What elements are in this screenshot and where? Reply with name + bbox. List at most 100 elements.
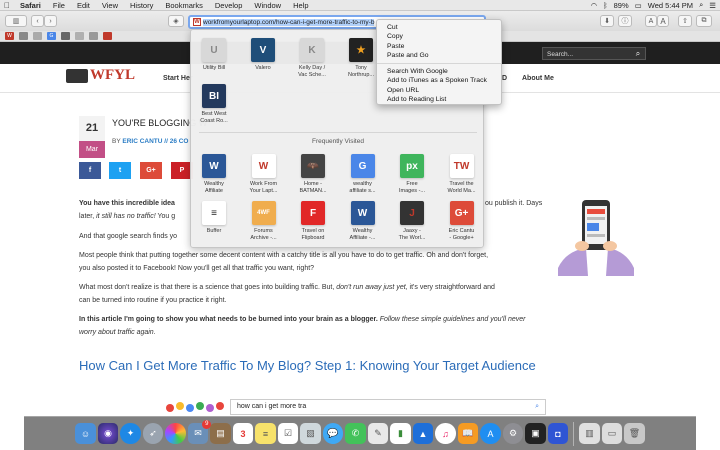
bookmark-icon[interactable] [103,32,112,40]
notebook-icon[interactable]: ▤ [210,423,231,444]
textedit-icon[interactable]: ✎ [367,423,389,444]
books-icon[interactable]: 📖 [457,423,479,444]
top-tile[interactable]: K Kelly Day / Vac Sche... [292,38,332,79]
facetime-icon[interactable]: ✆ [345,423,366,444]
siri-icon[interactable]: ◉ [97,423,119,444]
tabs-overview-button[interactable]: ⧉ [696,15,712,27]
back-button[interactable]: ‹ [31,15,44,27]
share-facebook-button[interactable]: f [79,162,101,179]
app-store-icon[interactable]: A [480,423,501,444]
author-link[interactable]: ERIC CANTU [122,138,162,145]
tile-label-line1: Work From [249,181,278,187]
frequent-tile[interactable]: 4WF Forums Archive -... [244,201,284,242]
font-smaller-button[interactable]: A [645,15,657,27]
messages-icon[interactable]: 💬 [322,423,344,444]
frequent-tile[interactable]: 🦇 Home - BATMAN... [293,154,333,195]
site-search-icon[interactable]: ⌕ [630,47,646,60]
reminders-icon[interactable]: ☑ [277,423,299,444]
extensions-button[interactable]: ◈ [168,15,184,27]
numbers-icon[interactable]: ▮ [390,423,411,444]
music-icon[interactable]: ♫ [435,423,456,444]
frequent-tile[interactable]: ≡ Buffer [194,201,234,235]
menu-help[interactable]: Help [287,1,314,10]
forward-button[interactable]: › [44,15,57,27]
ctx-cut[interactable]: Cut [377,23,501,32]
ctx-search-with-google[interactable]: Search With Google [377,67,501,76]
spotlight-icon[interactable]: ⌕ [699,0,703,10]
sidebar-button[interactable]: ▥ [5,15,27,27]
frequent-tile[interactable]: Gwealthy affiliate s... [343,154,383,195]
menu-app-safari[interactable]: Safari [14,1,47,10]
battery-icon[interactable]: ▭ [635,1,642,10]
calendar-icon[interactable]: 3 [232,423,254,444]
bookmark-wfyl-icon[interactable]: W [5,32,14,40]
ctx-open-url[interactable]: Open URL [377,86,501,95]
keynote-icon[interactable]: ▲ [412,423,434,444]
url-text[interactable]: workfromyourlaptop.com/how-can-i-get-mor… [203,18,375,26]
frequent-tile[interactable]: W Work From Your Lapt... [244,154,284,195]
share-googleplus-button[interactable]: G+ [140,162,162,179]
top-tile[interactable]: ★ Tony Northrup... [341,38,381,79]
nav-start-here[interactable]: Start Her [163,75,193,82]
site-logo[interactable]: WFYL [66,67,135,84]
font-larger-button[interactable]: A [657,15,669,27]
notification-center-icon[interactable]: ☰ [709,1,716,10]
wifi-icon[interactable]: ◠ [591,1,598,10]
finder-icon[interactable]: ☺ [75,423,96,444]
bookmark-icon[interactable] [75,32,84,40]
documents-folder-icon[interactable]: ▥ [579,423,600,444]
ctx-copy[interactable]: Copy [377,32,501,41]
menu-view[interactable]: View [96,1,124,10]
bookmark-google-icon[interactable]: G [47,32,56,40]
mail-icon[interactable]: ✉ 9 [187,420,212,444]
share-twitter-button[interactable]: t [109,162,131,179]
frequent-tile[interactable]: F Travel on Flipboard [293,201,333,242]
frequent-tile[interactable]: px Free Images -... [392,154,432,195]
trash-icon[interactable]: 🗑 [624,423,645,444]
ctx-paste[interactable]: Paste [377,42,501,51]
nav-about-me[interactable]: About Me [522,75,554,82]
menu-history[interactable]: History [124,1,159,10]
photos-icon[interactable] [165,423,186,444]
frequent-tile[interactable]: J Jaaxy - The Worl... [392,201,432,242]
launchpad-icon[interactable]: ➶ [142,423,164,444]
battery-percent[interactable]: 89% [614,1,629,10]
menu-edit[interactable]: Edit [71,1,96,10]
frequent-tile[interactable]: TW Travel the World Ma... [442,154,482,195]
nav-partial-item[interactable]: D [502,75,507,82]
p4-emphasis: don't run away just yet, [336,284,408,291]
comments-link[interactable]: // 26 CO [164,138,188,145]
share-button[interactable]: ⇧ [678,15,692,27]
ctx-add-to-reading-list[interactable]: Add to Reading List [377,95,501,104]
preview-icon[interactable]: ▧ [300,423,321,444]
downloads-button[interactable]: ⬇ [600,15,614,27]
bookmark-icon[interactable] [61,32,70,40]
notes-icon[interactable]: ≡ [255,423,276,444]
system-preferences-icon[interactable]: ⚙ [502,423,524,444]
bookmark-icon[interactable] [19,32,28,40]
terminal-icon[interactable]: ▣ [525,423,546,444]
frequent-tile[interactable]: G+ Eric Cantu - Google+ [442,201,482,242]
tile-label-line2: Northrup... [348,72,374,78]
screen-recorder-icon[interactable]: ◘ [547,423,569,444]
ctx-paste-and-go[interactable]: Paste and Go [377,51,501,60]
clock[interactable]: Wed 5:44 PM [648,1,693,10]
top-tile[interactable]: U Utility Bill [194,38,234,72]
ctx-add-to-itunes[interactable]: Add to iTunes as a Spoken Track [377,76,501,85]
menu-develop[interactable]: Develop [209,1,249,10]
info-button[interactable]: ⓘ [618,15,632,27]
bookmark-icon[interactable] [89,32,98,40]
menu-file[interactable]: File [47,1,71,10]
top-tile[interactable]: BI Best West Coast Ro... [194,84,234,125]
menu-window[interactable]: Window [248,1,287,10]
safari-icon[interactable]: ✦ [120,423,141,444]
recent-screenshot-icon[interactable]: ▭ [601,423,623,444]
apple-menu-icon[interactable]:  [0,1,14,10]
top-tile[interactable]: V Valero [243,38,283,72]
top-tile-label: Tony Northrup... [341,65,381,79]
frequent-tile[interactable]: W Wealthy Affiliate [194,154,234,195]
bluetooth-icon[interactable]: ᛒ [603,1,608,10]
frequent-tile[interactable]: W Wealthy Affiliate -... [343,201,383,242]
bookmark-icon[interactable] [33,32,42,40]
menu-bookmarks[interactable]: Bookmarks [159,1,209,10]
